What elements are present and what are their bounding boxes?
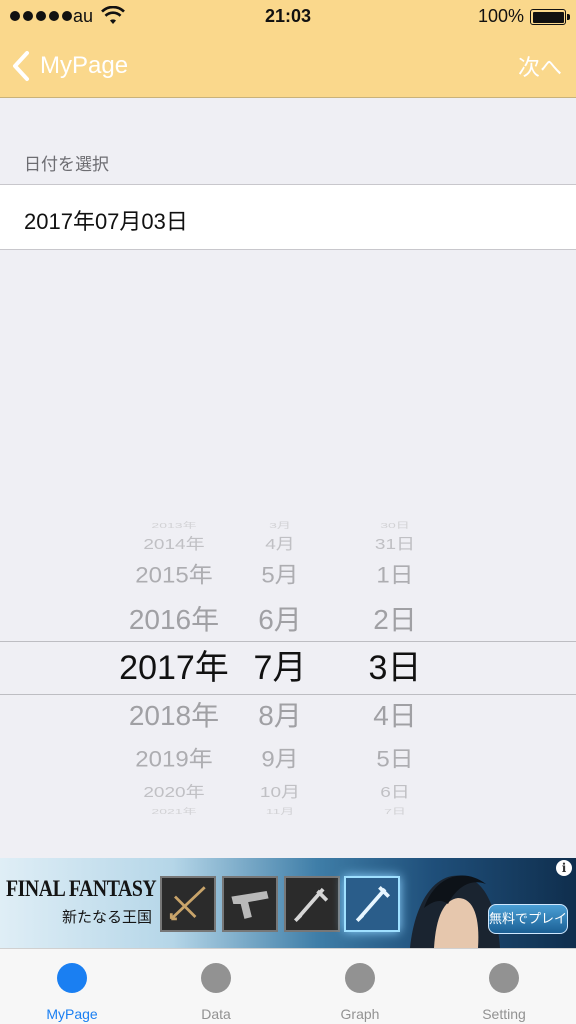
picker-year-option[interactable]: 2015年: [108, 565, 240, 587]
picker-month-option[interactable]: 10月: [240, 785, 320, 800]
tab-label-mypage: MyPage: [46, 1006, 98, 1022]
ad-subtitle: 新たなる王国: [62, 908, 153, 926]
picker-day-option[interactable]: 6日: [340, 785, 450, 800]
battery-percentage: 100%: [477, 6, 524, 26]
back-button-label: MyPage: [40, 52, 129, 79]
tab-bar: MyPage Data Graph Setting: [0, 948, 576, 1024]
tab-label-graph: Graph: [340, 1006, 380, 1022]
data-tab-icon: [201, 963, 231, 993]
picker-year-option[interactable]: 2016年: [108, 606, 240, 633]
picker-month-option[interactable]: 11月: [240, 807, 320, 815]
picker-day-option[interactable]: 30日: [340, 521, 450, 529]
tab-data[interactable]: Data: [144, 949, 288, 1024]
back-button[interactable]: MyPage: [10, 48, 128, 84]
gun-weapon-icon: [222, 876, 278, 932]
graph-tab-icon: [345, 963, 375, 993]
tab-graph[interactable]: Graph: [288, 949, 432, 1024]
picker-year-option[interactable]: 2019年: [108, 749, 240, 771]
picker-month-option[interactable]: 9月: [240, 749, 320, 771]
ad-info-icon[interactable]: i: [556, 860, 572, 876]
picker-year-column[interactable]: 2013年 2014年 2015年 2016年 2017年 2018年 2019年 2020年…: [108, 510, 240, 820]
battery-icon: [530, 9, 570, 25]
engine-blade-icon: [344, 876, 400, 932]
picker-day-column[interactable]: 30日 31日 1日 2日 3日 4日 5日 6日 7日: [340, 510, 450, 820]
mypage-tab-icon: [57, 963, 87, 993]
picker-day-option[interactable]: 1日: [340, 565, 450, 587]
next-button[interactable]: 次へ: [518, 50, 562, 82]
sword-weapon-icon: [284, 876, 340, 932]
section-header: 日付を選択: [24, 155, 109, 174]
picker-day-option[interactable]: 5日: [340, 749, 450, 771]
selected-date-cell[interactable]: 2017年07月03日: [0, 184, 576, 250]
picker-year-option[interactable]: 2018年: [108, 702, 240, 729]
ad-title: FINAL FANTASY XV: [6, 876, 188, 901]
picker-year-selected[interactable]: 2017年: [108, 651, 240, 685]
picker-year-option[interactable]: 2013年: [108, 521, 240, 529]
ad-logo: FINAL FANTASY XV 新たなる王国: [6, 876, 188, 927]
navigation-bar: au 21:03 100% MyPage 次へ: [0, 0, 576, 98]
picker-day-option[interactable]: 2日: [340, 606, 450, 633]
tab-label-setting: Setting: [482, 1006, 526, 1022]
character-portrait-image: [410, 875, 500, 948]
picker-day-option[interactable]: 4日: [340, 702, 450, 729]
status-bar: au 21:03 100%: [0, 0, 576, 34]
picker-year-option[interactable]: 2020年: [108, 785, 240, 800]
tab-setting[interactable]: Setting: [432, 949, 576, 1024]
picker-day-option[interactable]: 31日: [340, 537, 450, 552]
setting-tab-icon: [489, 963, 519, 993]
date-picker[interactable]: 2013年 2014年 2015年 2016年 2017年 2018年 2019年 2020年…: [0, 510, 576, 820]
picker-year-option[interactable]: 2014年: [108, 537, 240, 552]
picker-month-option[interactable]: 8月: [240, 702, 320, 729]
ad-play-button[interactable]: 無料でプレイ: [488, 904, 568, 934]
picker-month-option[interactable]: 4月: [240, 537, 320, 552]
ad-banner[interactable]: FINAL FANTASY XV 新たなる王国 無料でプレイ i: [0, 858, 576, 948]
picker-month-selected[interactable]: 7月: [240, 651, 320, 685]
picker-day-selected[interactable]: 3日: [340, 651, 450, 685]
tab-mypage[interactable]: MyPage: [0, 949, 144, 1024]
chevron-left-icon: [13, 51, 29, 81]
selected-date-value: 2017年07月03日: [24, 209, 188, 234]
crossbow-weapon-icon: [160, 876, 216, 932]
tab-label-data: Data: [201, 1006, 231, 1022]
picker-month-option[interactable]: 3月: [240, 521, 320, 529]
picker-month-option[interactable]: 5月: [240, 565, 320, 587]
picker-month-option[interactable]: 6月: [240, 606, 320, 633]
picker-month-column[interactable]: 3月 4月 5月 6月 7月 8月 9月 10月 11月: [240, 510, 320, 820]
picker-year-option[interactable]: 2021年: [108, 807, 240, 815]
picker-day-option[interactable]: 7日: [340, 807, 450, 815]
